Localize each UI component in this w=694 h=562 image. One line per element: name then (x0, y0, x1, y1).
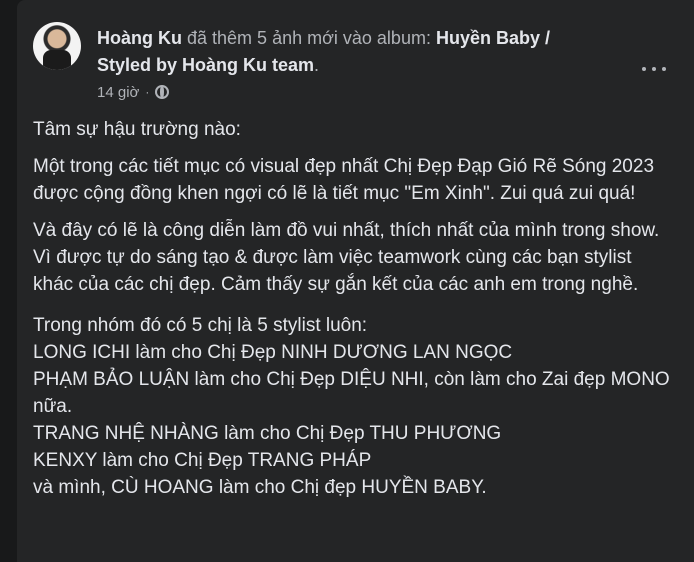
more-options-icon[interactable] (642, 59, 666, 79)
stylist-line-5: và mình, CÙ HOANG làm cho Chị đẹp HUYỀN … (33, 477, 487, 498)
post-time[interactable]: 14 giờ (97, 84, 139, 101)
content-paragraph-3: Và đây có lẽ là công diễn làm đồ vui nhấ… (33, 220, 660, 295)
author-name[interactable]: Hoàng Ku (97, 28, 182, 48)
globe-icon[interactable] (155, 85, 170, 99)
author-avatar[interactable] (33, 22, 81, 70)
content-list-intro: Trong nhóm đó có 5 chị là 5 stylist luôn… (33, 315, 368, 336)
stylist-line-3: TRANG NHỆ NHÀNG làm cho Chị Đẹp THU PHƯƠ… (33, 423, 502, 444)
post-headline: Hoàng Ku đã thêm 5 ảnh mới vào album: Hu… (97, 25, 587, 79)
post-content: Tâm sự hậu trường nào: Một trong các tiế… (33, 116, 673, 501)
album-end: . (314, 55, 320, 75)
post-action: đã thêm 5 ảnh mới vào album: (187, 28, 431, 48)
separator-dot: · (145, 85, 150, 99)
content-paragraph-1: Tâm sự hậu trường nào: (33, 119, 241, 140)
stylist-line-4: KENXY làm cho Chị Đẹp TRANG PHÁP (33, 450, 372, 471)
stylist-line-1: LONG ICHI làm cho Chị Đẹp NINH DƯƠNG LAN… (33, 342, 513, 363)
post-subline: 14 giờ · (97, 82, 170, 102)
post-header: Hoàng Ku đã thêm 5 ảnh mới vào album: Hu… (33, 22, 694, 112)
post-card: Hoàng Ku đã thêm 5 ảnh mới vào album: Hu… (17, 0, 694, 562)
stylist-line-2: PHẠM BẢO LUẬN làm cho Chị Đẹp DIỆU NHI, … (33, 369, 670, 417)
content-paragraph-2: Một trong các tiết mục có visual đẹp nhấ… (33, 156, 655, 204)
